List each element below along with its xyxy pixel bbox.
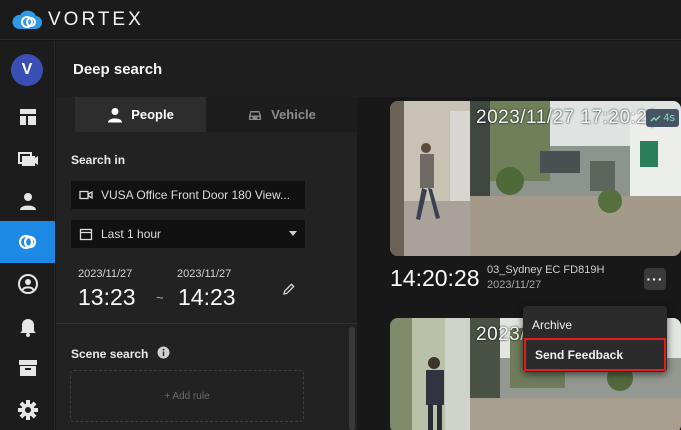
menu-item-send-feedback[interactable]: Send Feedback xyxy=(524,338,666,371)
account-circle-icon xyxy=(17,274,38,294)
start-date: 2023/11/27 xyxy=(78,268,133,280)
sidebar-item-settings[interactable] xyxy=(0,389,55,430)
panel-scrollbar[interactable] xyxy=(349,327,355,430)
tab-people-label: People xyxy=(131,107,174,122)
camera-icon xyxy=(79,190,93,200)
tab-vehicle-label: Vehicle xyxy=(271,107,316,122)
calendar-icon xyxy=(79,228,93,241)
thumbnail-timestamp: 2023/11/27 17:20:2( xyxy=(476,107,655,128)
video-library-icon xyxy=(17,152,38,166)
sidebar-item-archive[interactable] xyxy=(0,347,55,389)
chevron-down-icon xyxy=(289,231,297,236)
bell-icon xyxy=(19,319,36,337)
results-area: 2023/11/27 17:20:2( 4s 14:20:28 03_Sydne… xyxy=(358,97,681,430)
sidebar-item-deep-search[interactable] xyxy=(0,221,55,263)
duration-badge: 4s xyxy=(646,109,679,127)
car-icon xyxy=(249,110,262,120)
end-date: 2023/11/27 xyxy=(177,268,232,280)
result-camera-name: 03_Sydney EC FD819H xyxy=(487,264,605,276)
duration-value: 4s xyxy=(663,112,675,124)
section-divider xyxy=(56,323,357,324)
avatar[interactable]: V xyxy=(11,54,43,86)
result-time: 14:20:28 xyxy=(390,265,480,291)
person-icon xyxy=(108,107,123,122)
page-header: Deep search xyxy=(56,41,681,97)
tab-vehicle[interactable]: Vehicle xyxy=(206,97,357,132)
menu-item-archive[interactable]: Archive xyxy=(523,310,667,340)
top-bar: VORTEX xyxy=(0,0,681,40)
result-date: 2023/11/27 xyxy=(487,279,542,291)
search-panel: People Vehicle Search in VUSA Office Fro… xyxy=(56,97,357,430)
sidebar-item-account[interactable] xyxy=(0,263,55,305)
info-icon[interactable] xyxy=(157,346,170,359)
more-options-button[interactable]: ··· xyxy=(644,268,666,290)
trend-icon xyxy=(650,115,661,121)
brand[interactable]: VORTEX xyxy=(12,7,144,33)
start-time[interactable]: 13:23 xyxy=(78,284,136,311)
sidebar-item-people[interactable] xyxy=(0,180,55,222)
sidebar-item-alerts[interactable] xyxy=(0,305,55,347)
vortex-logo-icon xyxy=(12,10,42,30)
gear-icon xyxy=(17,400,38,420)
brand-name: VORTEX xyxy=(48,9,144,30)
sidebar: V xyxy=(0,41,55,430)
camera-select[interactable]: VUSA Office Front Door 180 View... xyxy=(71,181,305,209)
page-title: Deep search xyxy=(73,61,163,78)
archive-box-icon xyxy=(18,360,37,376)
camera-select-value: VUSA Office Front Door 180 View... xyxy=(101,188,290,202)
person-crop-image xyxy=(390,101,470,256)
person-crop-image xyxy=(390,318,470,430)
add-rule-button[interactable]: + Add rule xyxy=(70,370,304,422)
person-icon xyxy=(19,193,36,210)
time-range-select[interactable]: Last 1 hour xyxy=(71,220,305,248)
range-separator: ~ xyxy=(156,290,164,305)
search-in-label: Search in xyxy=(71,153,126,167)
dashboard-icon xyxy=(19,109,36,125)
result-thumbnail[interactable]: 2023/11/27 17:20:2( 4s xyxy=(390,101,681,256)
time-range-value: Last 1 hour xyxy=(101,227,162,241)
end-time[interactable]: 14:23 xyxy=(178,284,236,311)
tab-people[interactable]: People xyxy=(75,97,206,132)
result-context-menu: Archive Send Feedback xyxy=(523,306,667,372)
sidebar-item-video[interactable] xyxy=(0,138,55,180)
edit-pencil-icon[interactable] xyxy=(282,282,296,296)
search-type-tabs: People Vehicle xyxy=(75,97,357,132)
sidebar-item-dashboard[interactable] xyxy=(0,96,55,138)
deep-search-icon xyxy=(18,234,36,250)
scene-search-label: Scene search xyxy=(71,347,149,361)
